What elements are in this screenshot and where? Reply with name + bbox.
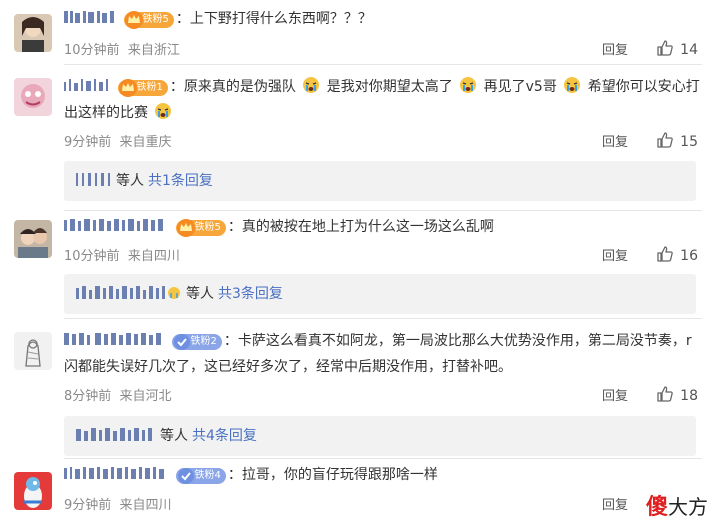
divider xyxy=(64,458,702,459)
watermark: 傻大方 xyxy=(645,495,708,520)
avatar[interactable] xyxy=(14,220,52,258)
username[interactable] xyxy=(64,218,168,232)
crying-emoji-icon xyxy=(155,103,172,119)
comment-text: 再见了v5哥 xyxy=(483,79,557,95)
comment-meta: 8分钟前 来自河北 xyxy=(64,389,172,404)
avatar[interactable] xyxy=(14,472,52,510)
comment-text: 闪都能失误好几次了，这已经好多次了，经常中后期没作用，打替补吧。 xyxy=(64,359,512,375)
divider xyxy=(64,318,702,319)
fan-badge-icon xyxy=(178,468,195,484)
crying-emoji-icon xyxy=(460,77,477,93)
crying-emoji-icon xyxy=(564,77,581,93)
fan-badge: 铁粉1 xyxy=(118,79,168,97)
avatar[interactable] xyxy=(14,332,52,370)
reply-button[interactable]: 回复 xyxy=(602,131,628,150)
fan-badge: 铁粉2 xyxy=(172,334,222,350)
comment-text: 希望你可以安心打 xyxy=(587,79,700,95)
thumbs-up-icon xyxy=(657,246,673,262)
view-replies-link[interactable]: 共1条回复 xyxy=(148,173,213,189)
fan-badge-icon xyxy=(174,334,191,350)
like-button[interactable]: 15 xyxy=(656,131,698,150)
fan-badge: 铁粉5 xyxy=(124,11,174,29)
comment-text: 卡萨这么看真不如阿龙，第一局波比那么大优势没作用，第二局没节奏，r xyxy=(237,333,692,349)
crown-icon xyxy=(125,11,144,29)
reply-usernames xyxy=(76,286,180,299)
reply-button[interactable]: 回复 xyxy=(602,245,628,264)
comment-text: 拉哥，你的盲仔玩得跟那啥一样 xyxy=(241,467,438,483)
crying-emoji-icon xyxy=(303,77,320,93)
sub-reply-box[interactable]: 等人 共1条回复 xyxy=(64,161,696,201)
reply-usernames xyxy=(76,428,152,441)
comment-meta: 9分钟前 来自四川 xyxy=(64,498,172,513)
view-replies-link[interactable]: 共4条回复 xyxy=(192,428,257,444)
crown-icon xyxy=(177,219,196,237)
crown-icon xyxy=(119,79,138,97)
like-button[interactable]: 14 xyxy=(656,39,698,58)
like-button[interactable]: 18 xyxy=(656,385,698,404)
comment-text: 真的被按在地上打为什么这一场这么乱啊 xyxy=(241,219,494,235)
thumbs-up-icon xyxy=(657,40,673,56)
thumbs-up-icon xyxy=(657,386,673,402)
comment-meta: 9分钟前 来自重庆 xyxy=(64,135,172,150)
reply-button[interactable]: 回复 xyxy=(602,385,628,404)
divider xyxy=(64,210,702,211)
reply-button[interactable]: 回复 xyxy=(602,494,628,513)
sub-reply-box[interactable]: 等人 共3条回复 xyxy=(64,274,696,314)
comment-meta: 10分钟前 来自四川 xyxy=(64,249,180,264)
view-replies-link[interactable]: 共3条回复 xyxy=(218,286,283,302)
username[interactable] xyxy=(64,332,164,346)
reply-usernames xyxy=(76,173,110,186)
comment-text: 原来真的是伪强队 xyxy=(183,79,296,95)
like-button[interactable]: 16 xyxy=(656,245,698,264)
avatar[interactable] xyxy=(14,78,52,116)
comment-meta: 10分钟前 来自浙江 xyxy=(64,43,180,58)
comment-text: 出这样的比赛 xyxy=(64,105,148,121)
divider xyxy=(64,64,702,65)
comment-text: 是我对你期望太高了 xyxy=(326,79,453,95)
sub-reply-box[interactable]: 等人 共4条回复 xyxy=(64,416,696,456)
username[interactable] xyxy=(64,10,116,24)
username[interactable] xyxy=(64,466,168,480)
fan-badge: 铁粉4 xyxy=(176,468,226,484)
fan-badge: 铁粉5 xyxy=(176,219,226,237)
comment-text: 上下野打得什么东西啊？？？ xyxy=(189,11,372,27)
thumbs-up-icon xyxy=(657,132,673,148)
avatar[interactable] xyxy=(14,14,52,52)
reply-button[interactable]: 回复 xyxy=(602,39,628,58)
username[interactable] xyxy=(64,78,110,92)
